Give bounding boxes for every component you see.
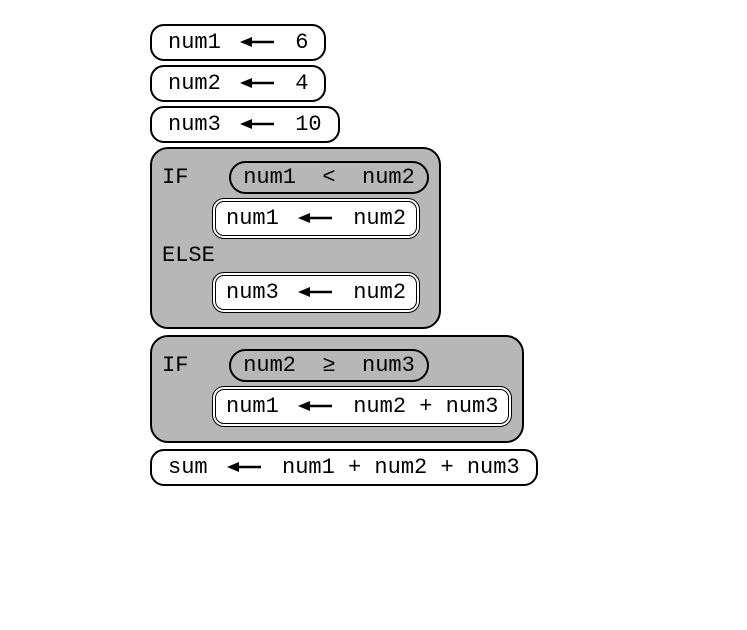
value: num2 bbox=[353, 206, 406, 231]
cond-op: < bbox=[322, 165, 335, 190]
assign-arrow-icon bbox=[240, 76, 276, 90]
var-name: num1 bbox=[226, 394, 279, 419]
assign-arrow-icon bbox=[298, 211, 334, 225]
assign-arrow-icon bbox=[227, 460, 263, 474]
condition: num2 ≥ num3 bbox=[229, 349, 429, 382]
assign-block: num1 6 bbox=[150, 24, 326, 61]
else-body: num3 num2 bbox=[212, 272, 420, 313]
value: num2 + num3 bbox=[353, 394, 498, 419]
var-name: sum bbox=[168, 455, 208, 480]
value: 6 bbox=[295, 30, 308, 55]
assign-block: sum num1 + num2 + num3 bbox=[150, 449, 538, 486]
condition: num1 < num2 bbox=[229, 161, 429, 194]
assign-arrow-icon bbox=[298, 399, 334, 413]
then-body: num1 num2 + num3 bbox=[212, 386, 512, 427]
cond-right: num2 bbox=[362, 165, 415, 190]
assign-arrow-icon bbox=[298, 285, 334, 299]
var-name: num2 bbox=[168, 71, 221, 96]
cond-op: ≥ bbox=[322, 353, 335, 378]
keyword-else: ELSE bbox=[162, 243, 215, 268]
assign-block: num2 4 bbox=[150, 65, 326, 102]
value: 10 bbox=[295, 112, 321, 137]
if-block: IF num2 ≥ num3 num1 num2 + num3 bbox=[150, 335, 524, 443]
value: 4 bbox=[295, 71, 308, 96]
if-else-block: IF num1 < num2 num1 num2 ELSE num3 bbox=[150, 147, 441, 329]
keyword-if: IF bbox=[162, 353, 210, 378]
assign-block: num3 10 bbox=[150, 106, 340, 143]
cond-left: num2 bbox=[243, 353, 296, 378]
var-name: num3 bbox=[226, 280, 279, 305]
block-program: num1 6 num2 4 num3 10 IF num1 < num2 bbox=[0, 0, 747, 490]
value: num1 + num2 + num3 bbox=[282, 455, 520, 480]
value: num2 bbox=[353, 280, 406, 305]
assign-arrow-icon bbox=[240, 117, 276, 131]
assign-arrow-icon bbox=[240, 35, 276, 49]
then-body: num1 num2 bbox=[212, 198, 420, 239]
var-name: num1 bbox=[168, 30, 221, 55]
keyword-if: IF bbox=[162, 165, 210, 190]
var-name: num3 bbox=[168, 112, 221, 137]
cond-left: num1 bbox=[243, 165, 296, 190]
var-name: num1 bbox=[226, 206, 279, 231]
cond-right: num3 bbox=[362, 353, 415, 378]
